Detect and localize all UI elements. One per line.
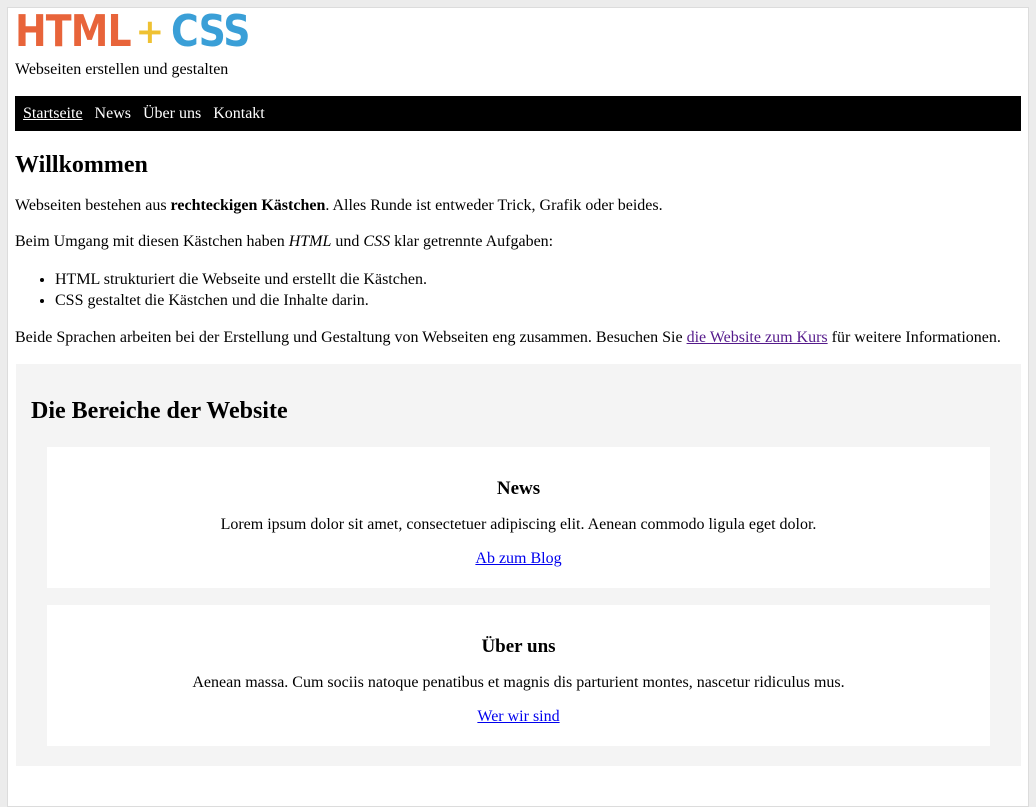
card-title: Über uns bbox=[481, 636, 556, 657]
blog-link[interactable]: Ab zum Blog bbox=[475, 550, 561, 567]
course-website-link[interactable]: die Website zum Kurs bbox=[687, 329, 828, 346]
page-title: Willkommen bbox=[15, 152, 148, 178]
about-link[interactable]: Wer wir sind bbox=[477, 708, 559, 725]
main-content: Willkommen Webseiten bestehen aus rechte… bbox=[15, 151, 1021, 347]
tasks-list: HTML strukturiert die Webseite und erste… bbox=[15, 269, 1021, 311]
main-nav: Startseite News Über uns Kontakt bbox=[15, 96, 1021, 131]
logo-html-text: HTML bbox=[15, 6, 132, 57]
tasks-em-html: HTML bbox=[288, 233, 332, 250]
tasks-paragraph: Beim Umgang mit diesen Kästchen haben HT… bbox=[15, 233, 1021, 251]
logo-css-text: CSS bbox=[171, 6, 251, 57]
nav-item-ueber-uns[interactable]: Über uns bbox=[143, 105, 201, 123]
site-logo[interactable]: HTML + CSS bbox=[15, 6, 1021, 57]
card-title: News bbox=[496, 478, 541, 499]
list-item: HTML strukturiert die Webseite und erste… bbox=[55, 269, 1021, 290]
site-tagline: Webseiten erstellen und gestalten bbox=[15, 61, 229, 78]
card-ueber-uns: Über uns Aenean massa. Cum sociis natoqu… bbox=[47, 605, 990, 746]
logo-plus-icon: + bbox=[135, 12, 164, 52]
intro-text-before: Webseiten bestehen aus bbox=[15, 197, 171, 214]
card-link-wrapper: Ab zum Blog bbox=[63, 550, 974, 568]
card-link-wrapper: Wer wir sind bbox=[63, 708, 974, 726]
card-text: Lorem ipsum dolor sit amet, consectetuer… bbox=[220, 516, 817, 533]
nav-item-startseite[interactable]: Startseite bbox=[23, 105, 83, 123]
nav-item-news[interactable]: News bbox=[95, 105, 131, 123]
page: HTML + CSS Webseiten erstellen und gesta… bbox=[8, 6, 1028, 766]
closing-text-after: für weitere Informationen. bbox=[827, 329, 1001, 346]
closing-paragraph: Beide Sprachen arbeiten bei der Erstellu… bbox=[15, 329, 1021, 347]
card-text: Aenean massa. Cum sociis natoque penatib… bbox=[192, 674, 845, 691]
intro-text-after: . Alles Runde ist entweder Trick, Grafik… bbox=[325, 197, 663, 214]
intro-paragraph: Webseiten bestehen aus rechteckigen Käst… bbox=[15, 197, 1021, 215]
tasks-text-before: Beim Umgang mit diesen Kästchen haben bbox=[15, 233, 289, 250]
intro-bold-text: rechteckigen Kästchen bbox=[170, 197, 326, 214]
tasks-text-middle: und bbox=[331, 233, 364, 250]
nav-item-kontakt[interactable]: Kontakt bbox=[213, 105, 265, 123]
website-areas-section: Die Bereiche der Website News Lorem ipsu… bbox=[16, 364, 1021, 766]
browser-viewport: HTML + CSS Webseiten erstellen und gesta… bbox=[7, 7, 1029, 807]
closing-text-before: Beide Sprachen arbeiten bei der Erstellu… bbox=[15, 329, 687, 346]
section-title: Die Bereiche der Website bbox=[31, 398, 288, 424]
site-header: HTML + CSS Webseiten erstellen und gesta… bbox=[15, 6, 1021, 79]
tasks-text-after: klar getrennte Aufgaben: bbox=[390, 233, 554, 250]
card-news: News Lorem ipsum dolor sit amet, consect… bbox=[47, 447, 990, 588]
list-item: CSS gestaltet die Kästchen und die Inhal… bbox=[55, 290, 1021, 311]
tasks-em-css: CSS bbox=[363, 233, 391, 250]
